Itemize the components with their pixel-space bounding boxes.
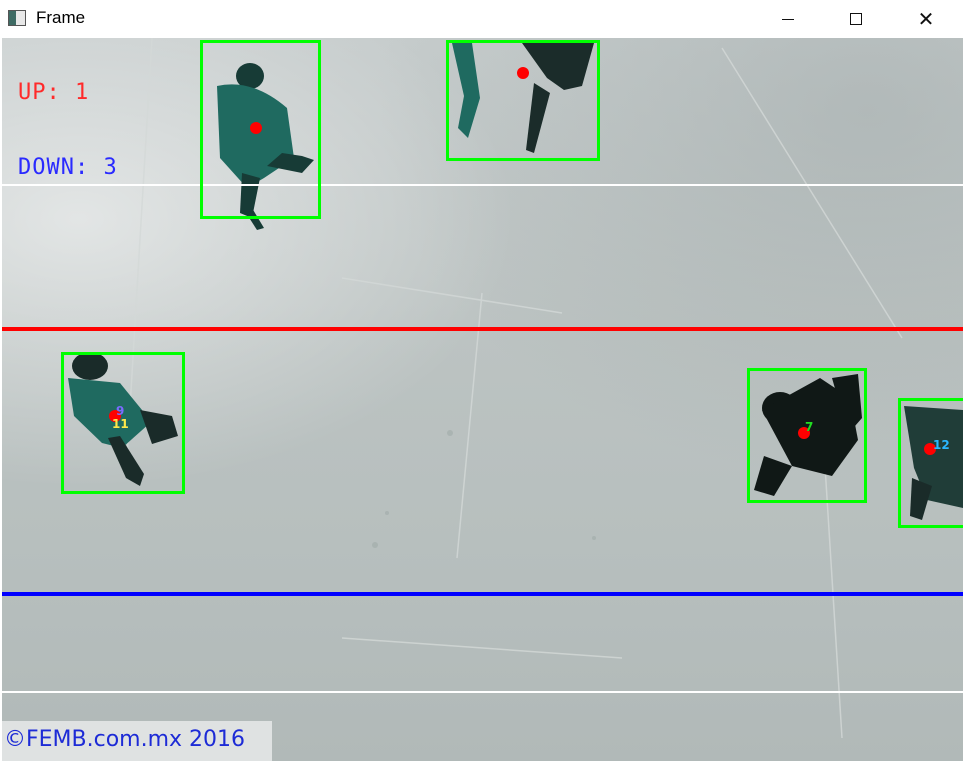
frame-window: Frame ✕ UP: 1 DOWN: 3 9 11 7 12 ©FEMB.co…	[0, 0, 963, 761]
maximize-button[interactable]	[833, 0, 879, 38]
maximize-icon	[850, 13, 862, 25]
down-counting-line	[2, 592, 963, 596]
track-id-label: 12	[933, 438, 950, 452]
close-button[interactable]: ✕	[903, 0, 949, 38]
watermark-text: ©FEMB.com.mx 2016	[4, 727, 246, 752]
down-counter: DOWN: 3	[18, 155, 118, 180]
window-title: Frame	[36, 8, 86, 27]
track-id-label: 11	[112, 417, 129, 431]
minimize-button[interactable]	[765, 0, 811, 38]
close-icon: ✕	[917, 7, 935, 31]
app-window-icon	[8, 10, 26, 26]
video-frame: UP: 1 DOWN: 3 9 11 7 12 ©FEMB.com.mx 201…	[2, 38, 963, 761]
up-counting-line	[2, 327, 963, 331]
top-limit-line	[2, 184, 963, 186]
track-id-label: 9	[116, 404, 125, 418]
centroid-marker	[250, 122, 262, 134]
centroid-marker	[517, 67, 529, 79]
up-counter: UP: 1	[18, 80, 90, 105]
detection-box	[898, 398, 963, 528]
detection-box	[446, 40, 600, 161]
bottom-limit-line	[2, 691, 963, 693]
minimize-icon	[782, 18, 794, 20]
track-id-label: 7	[805, 420, 814, 434]
watermark: ©FEMB.com.mx 2016	[2, 721, 272, 761]
title-bar[interactable]: Frame ✕	[0, 0, 963, 38]
